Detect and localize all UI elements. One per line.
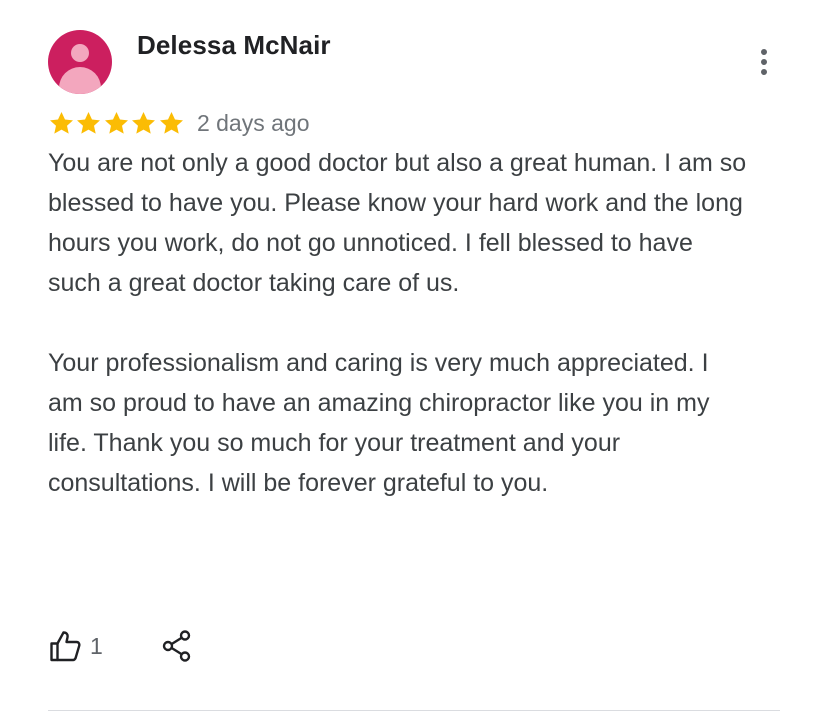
share-icon bbox=[162, 630, 190, 662]
star-icon bbox=[132, 111, 156, 134]
thumb-up-icon bbox=[50, 631, 81, 662]
review-paragraph: You are not only a good doctor but also … bbox=[48, 149, 747, 297]
more-vert-icon bbox=[761, 69, 767, 75]
star-icon bbox=[77, 111, 101, 134]
like-count: 1 bbox=[90, 632, 103, 659]
star-icon bbox=[159, 111, 183, 134]
review-paragraph: Your professionalism and caring is very … bbox=[48, 349, 710, 497]
star-rating bbox=[48, 110, 185, 137]
star-icon bbox=[50, 111, 73, 134]
divider bbox=[48, 710, 780, 711]
more-vert-icon bbox=[761, 59, 767, 65]
star-icon bbox=[104, 111, 128, 134]
avatar-body-shape bbox=[59, 67, 101, 94]
share-button[interactable] bbox=[161, 629, 193, 663]
reviewer-name[interactable]: Delessa McNair bbox=[137, 30, 331, 61]
avatar-head-shape bbox=[71, 44, 89, 62]
rating-row: 2 days ago bbox=[48, 106, 309, 140]
more-vert-icon bbox=[761, 49, 767, 55]
like-button[interactable]: 1 bbox=[48, 629, 103, 663]
reviewer-avatar[interactable] bbox=[48, 30, 112, 94]
review-time: 2 days ago bbox=[196, 109, 310, 136]
review-text: You are not only a good doctor but also … bbox=[48, 143, 748, 503]
review-actions: 1 bbox=[48, 626, 193, 666]
review-card: Delessa McNair 2 days ago You are not on… bbox=[0, 0, 828, 712]
more-options-button[interactable] bbox=[748, 44, 780, 80]
